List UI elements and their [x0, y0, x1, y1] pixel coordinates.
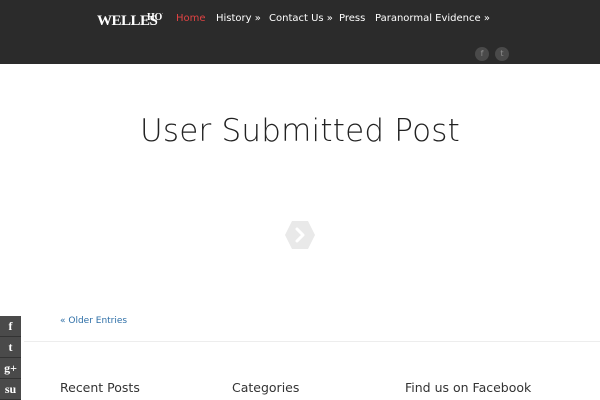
- site-header: WELLES HOUSE Home History » Contact Us »…: [0, 0, 600, 64]
- nav-history[interactable]: History »: [216, 13, 261, 24]
- nav-press[interactable]: Press: [339, 13, 365, 24]
- logo-word-house: HOUSE: [147, 12, 163, 23]
- share-bar: f t g+ su: [0, 316, 21, 400]
- site-logo[interactable]: WELLES HOUSE: [97, 8, 163, 33]
- facebook-icon[interactable]: f: [475, 47, 489, 61]
- google-plus-icon[interactable]: g+: [0, 358, 21, 379]
- chevron-right-icon[interactable]: [284, 220, 316, 250]
- nav-home[interactable]: Home: [176, 13, 206, 24]
- widget-title-categories: Categories: [232, 380, 300, 395]
- older-entries-link[interactable]: « Older Entries: [60, 316, 127, 326]
- footer-divider: [24, 341, 600, 342]
- nav-contact-us[interactable]: Contact Us »: [269, 13, 333, 24]
- page-title: User Submitted Post: [140, 113, 460, 149]
- widget-title-facebook: Find us on Facebook: [405, 380, 532, 395]
- facebook-icon[interactable]: f: [0, 316, 21, 337]
- twitter-icon[interactable]: t: [495, 47, 509, 61]
- stumbleupon-icon[interactable]: su: [0, 379, 21, 400]
- nav-paranormal-evidence[interactable]: Paranormal Evidence »: [375, 13, 490, 24]
- twitter-icon[interactable]: t: [0, 337, 21, 358]
- widget-title-recent-posts: Recent Posts: [60, 380, 140, 395]
